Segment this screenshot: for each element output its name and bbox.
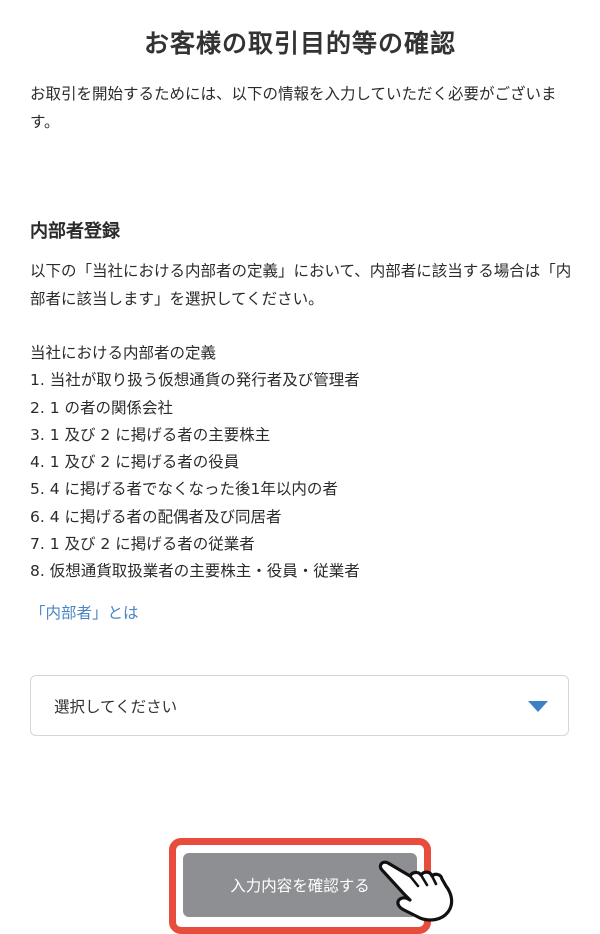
definition-item: 6. 4 に掲げる者の配偶者及び同居者 — [30, 507, 282, 526]
insider-section-title: 内部者登録 — [30, 221, 120, 242]
definition-item: 8. 仮想通貨取扱業者の主要株主・役員・従業者 — [30, 562, 360, 581]
definition-list: 1. 当社が取り扱う仮想通貨の発行者及び管理者 2. 1 の者の関係会社 3. … — [30, 367, 575, 585]
definition-item: 5. 4 に掲げる者でなくなった後1年以内の者 — [30, 480, 338, 499]
definition-item: 1. 当社が取り扱う仮想通貨の発行者及び管理者 — [30, 371, 360, 390]
triangle-down-icon — [528, 701, 548, 712]
definition-item: 3. 1 及び 2 に掲げる者の主要株主 — [30, 425, 271, 444]
insider-definition: 当社における内部者の定義 1. 当社が取り扱う仮想通貨の発行者及び管理者 2. … — [30, 340, 575, 586]
insider-select-value: 選択してください — [54, 698, 178, 716]
definition-item: 2. 1 の者の関係会社 — [30, 398, 174, 417]
page-title: お客様の取引目的等の確認 — [143, 29, 456, 58]
definition-item: 7. 1 及び 2 に掲げる者の従業者 — [30, 535, 255, 554]
insider-instruction: 以下の「当社における内部者の定義」において、内部者に該当する場合は「内部者に該当… — [30, 262, 572, 308]
insider-select[interactable]: 選択してください — [30, 675, 569, 736]
definition-item: 4. 1 及び 2 に掲げる者の役員 — [30, 453, 240, 472]
definition-title: 当社における内部者の定義 — [30, 344, 217, 362]
insider-definition-link[interactable]: 「内部者」とは — [30, 601, 139, 623]
intro-text: お取引を開始するためには、以下の情報を入力していただく必要がございます。 — [30, 85, 557, 131]
hand-pointer-icon — [378, 860, 454, 922]
